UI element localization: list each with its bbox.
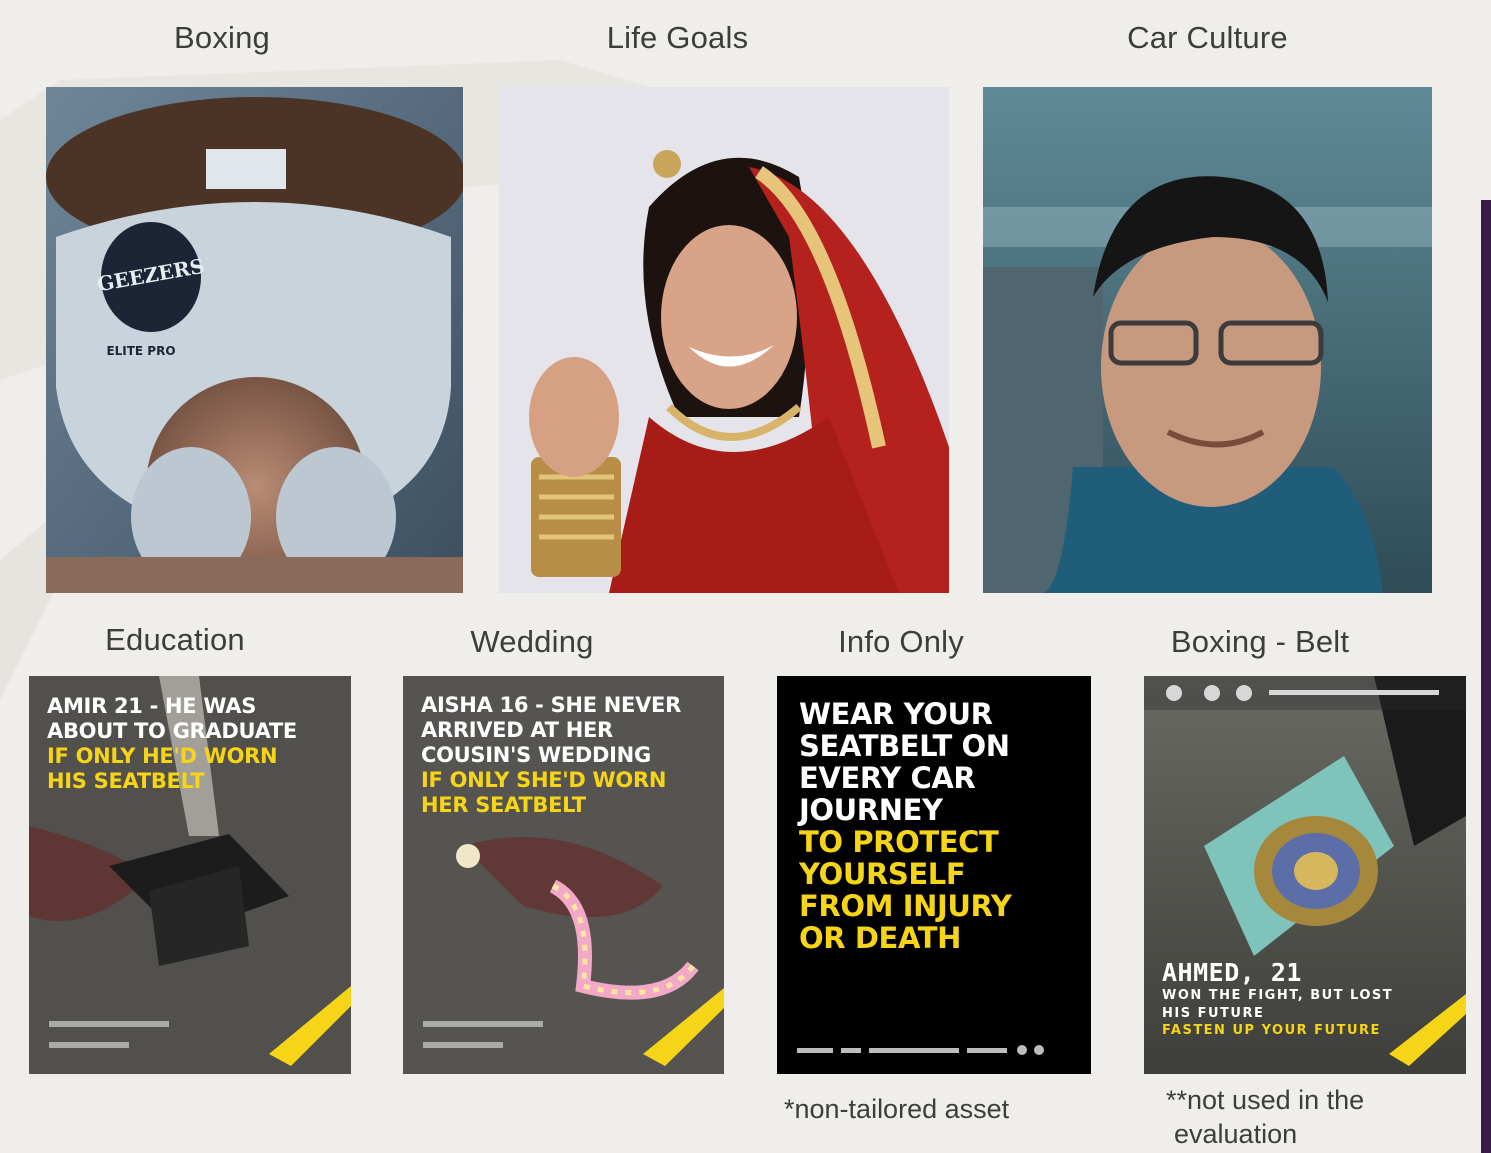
note-not-used-line-1: **not used in the <box>1166 1085 1365 1115</box>
asset-collage: Boxing Life Goals Car Culture GEEZERS EL… <box>0 0 1491 1153</box>
label-boxing: Boxing <box>174 20 270 55</box>
poster-boxing-belt: AHMED, 21 WON THE FIGHT, BUT LOST HIS FU… <box>1144 676 1466 1074</box>
wedding-poster-line-1: AISHA 16 - SHE NEVER <box>421 693 681 717</box>
label-car-culture: Car Culture <box>1127 20 1288 55</box>
poster-wedding: AISHA 16 - SHE NEVER ARRIVED AT HER COUS… <box>403 676 724 1074</box>
wedding-poster-line-2: ARRIVED AT HER <box>421 718 613 742</box>
photo-car-culture <box>983 87 1432 593</box>
education-poster-line-3: IF ONLY HE'D WORN <box>47 744 278 768</box>
belt-poster-tagline: FASTEN UP YOUR FUTURE <box>1162 1023 1381 1038</box>
education-poster-line-4: HIS SEATBELT <box>47 769 205 793</box>
photo-life-goals <box>499 87 949 593</box>
belt-poster-line-1: WON THE FIGHT, BUT LOST <box>1162 988 1394 1003</box>
note-not-used: **not used in the evaluation <box>1166 1083 1364 1151</box>
note-not-used-line-2: evaluation <box>1174 1119 1298 1149</box>
education-poster-line-2: ABOUT TO GRADUATE <box>47 719 297 743</box>
wedding-poster-line-3: COUSIN'S WEDDING <box>421 743 651 767</box>
label-life-goals: Life Goals <box>606 20 749 55</box>
poster-education: AMIR 21 - HE WAS ABOUT TO GRADUATE IF ON… <box>29 676 351 1074</box>
note-non-tailored: *non-tailored asset <box>784 1094 1010 1124</box>
belt-poster-line-2: HIS FUTURE <box>1162 1006 1265 1021</box>
photo-boxing: GEEZERS ELITE PRO <box>46 87 463 593</box>
education-poster-line-1: AMIR 21 - HE WAS <box>47 694 257 718</box>
label-education: Education <box>105 622 245 657</box>
wedding-poster-line-4: IF ONLY SHE'D WORN <box>421 768 667 792</box>
headgear-model-text: ELITE PRO <box>106 344 175 358</box>
label-wedding: Wedding <box>470 624 594 659</box>
belt-poster-name: AHMED, 21 <box>1162 958 1302 987</box>
wedding-poster-line-5: HER SEATBELT <box>421 793 586 817</box>
poster-info-only: WEAR YOUR SEATBELT ON EVERY CAR JOURNEY … <box>777 676 1091 1074</box>
label-info-only: Info Only <box>838 624 964 659</box>
label-boxing-belt: Boxing - Belt <box>1170 624 1350 659</box>
info-poster-logo-strip <box>797 1045 1044 1055</box>
accent-bar <box>1481 200 1491 1153</box>
